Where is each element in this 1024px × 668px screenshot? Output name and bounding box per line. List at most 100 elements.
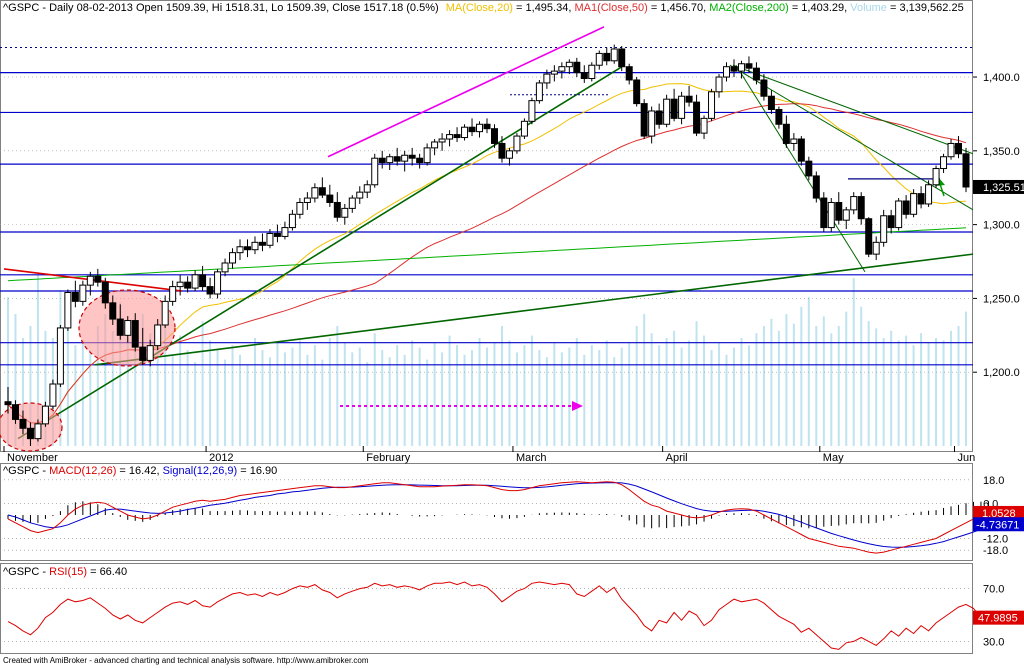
candle-body	[528, 100, 536, 122]
candle-body	[925, 184, 933, 205]
volume-bar	[336, 326, 339, 446]
volume-bar	[403, 354, 406, 446]
price-header-volume-value: = 3,139,562.25	[887, 2, 964, 14]
candle-body	[708, 91, 716, 119]
price-axis-label: 1,200.0	[983, 367, 1020, 379]
volume-bar	[523, 345, 526, 446]
volume-bar	[246, 364, 249, 446]
volume-bar	[792, 323, 795, 446]
rsi-pane-frame	[0, 563, 973, 654]
volume-bar	[426, 359, 429, 446]
volume-bar	[298, 340, 301, 446]
volume-bar	[927, 342, 930, 446]
candle-body	[835, 201, 843, 221]
volume-bar	[231, 345, 234, 446]
macd-header-macd-value: = 16.42,	[116, 465, 162, 477]
candle-body	[513, 135, 521, 152]
volume-bar	[276, 342, 279, 446]
candle-body	[311, 187, 319, 199]
volume-bar	[605, 340, 608, 446]
candle-body	[633, 79, 641, 105]
candle-body	[139, 346, 147, 361]
volume-bar	[396, 345, 399, 446]
volume-bar	[171, 354, 174, 446]
volume-bar	[770, 318, 773, 446]
candle-body	[745, 63, 753, 69]
volume-bar	[560, 352, 563, 446]
volume-bar	[224, 359, 227, 446]
macd-header: ^GSPC - MACD(12,26) = 16.42, Signal(12,2…	[3, 465, 277, 477]
volume-bar	[486, 347, 488, 446]
volume-bar	[688, 340, 691, 446]
rsi-header-prefix: ^GSPC -	[3, 566, 49, 578]
candle-body	[618, 48, 626, 68]
candle-body	[812, 175, 820, 199]
volume-bar	[493, 342, 496, 446]
month-label: 2012	[209, 452, 233, 464]
volume-bar	[807, 297, 810, 446]
candle-body	[610, 48, 618, 62]
candle-body	[296, 201, 304, 215]
candle-body	[730, 66, 738, 72]
candle-body	[827, 201, 835, 229]
rsi-now-label: 47.9895	[978, 613, 1018, 625]
candle-body	[685, 95, 693, 103]
price-axis-label: 1,350.0	[983, 146, 1020, 158]
candle-body	[438, 138, 446, 143]
volume-bar	[635, 326, 638, 446]
volume-bar	[747, 345, 750, 446]
volume-bar	[553, 342, 556, 446]
volume-bar	[852, 278, 855, 446]
candle-body	[11, 404, 19, 420]
month-label: Jun	[958, 452, 976, 464]
volume-bar	[762, 326, 765, 446]
volume-bar	[740, 338, 743, 446]
signal-line	[7, 482, 997, 548]
candle-body	[955, 142, 963, 155]
candle-body	[86, 275, 94, 286]
rsi-axis-label: 70.0	[983, 584, 1004, 596]
volume-bar	[283, 352, 286, 446]
volume-bar	[920, 333, 923, 446]
volume-bar	[373, 333, 376, 446]
candle-body	[131, 320, 139, 348]
price-header-symbol: ^GSPC - Daily 08-02-2013 Open 1509.39, H…	[3, 2, 439, 14]
volume-bar	[508, 340, 511, 446]
candle-body	[348, 197, 356, 209]
candle-body	[288, 213, 296, 229]
volume-bar	[942, 340, 945, 446]
candle-body	[902, 200, 910, 215]
candle-body	[378, 157, 386, 164]
candle-body	[401, 154, 409, 162]
candle-body	[229, 252, 237, 264]
candle-body	[483, 123, 491, 130]
rsi-header-rsi-label: RSI(15)	[49, 566, 87, 578]
volume-bar	[201, 321, 204, 446]
candle-body	[176, 281, 184, 288]
candle-body	[214, 271, 222, 295]
volume-bar	[328, 338, 331, 446]
price-header-ma1-value: = 1,456.70,	[648, 2, 709, 14]
volume-bar	[890, 330, 893, 446]
last-price-label: 1,325.51	[983, 182, 1024, 194]
candle-body	[221, 262, 229, 273]
macd-axis-label: -18.0	[983, 545, 1008, 557]
price-header-ma-value: = 1,495.34,	[513, 2, 574, 14]
candle-body	[490, 128, 498, 144]
highlight-ellipse	[0, 402, 63, 452]
candle-body	[932, 168, 940, 186]
volume-bar	[306, 354, 309, 446]
candle-body	[94, 275, 102, 283]
candle-body	[416, 157, 424, 164]
candle-body	[273, 232, 281, 237]
candle-body	[767, 95, 775, 111]
price-axis-label: 1,300.0	[983, 220, 1020, 232]
rsi-header: ^GSPC - RSI(15) = 66.40	[3, 566, 127, 578]
macd-axis-label: 18.0	[983, 475, 1004, 487]
footer-credit: Created with AmiBroker - advanced charti…	[3, 656, 369, 665]
candle-body	[723, 66, 730, 78]
candle-body	[408, 154, 416, 159]
candle-body	[244, 246, 251, 251]
candle-body	[476, 123, 484, 133]
volume-bar	[358, 347, 361, 446]
